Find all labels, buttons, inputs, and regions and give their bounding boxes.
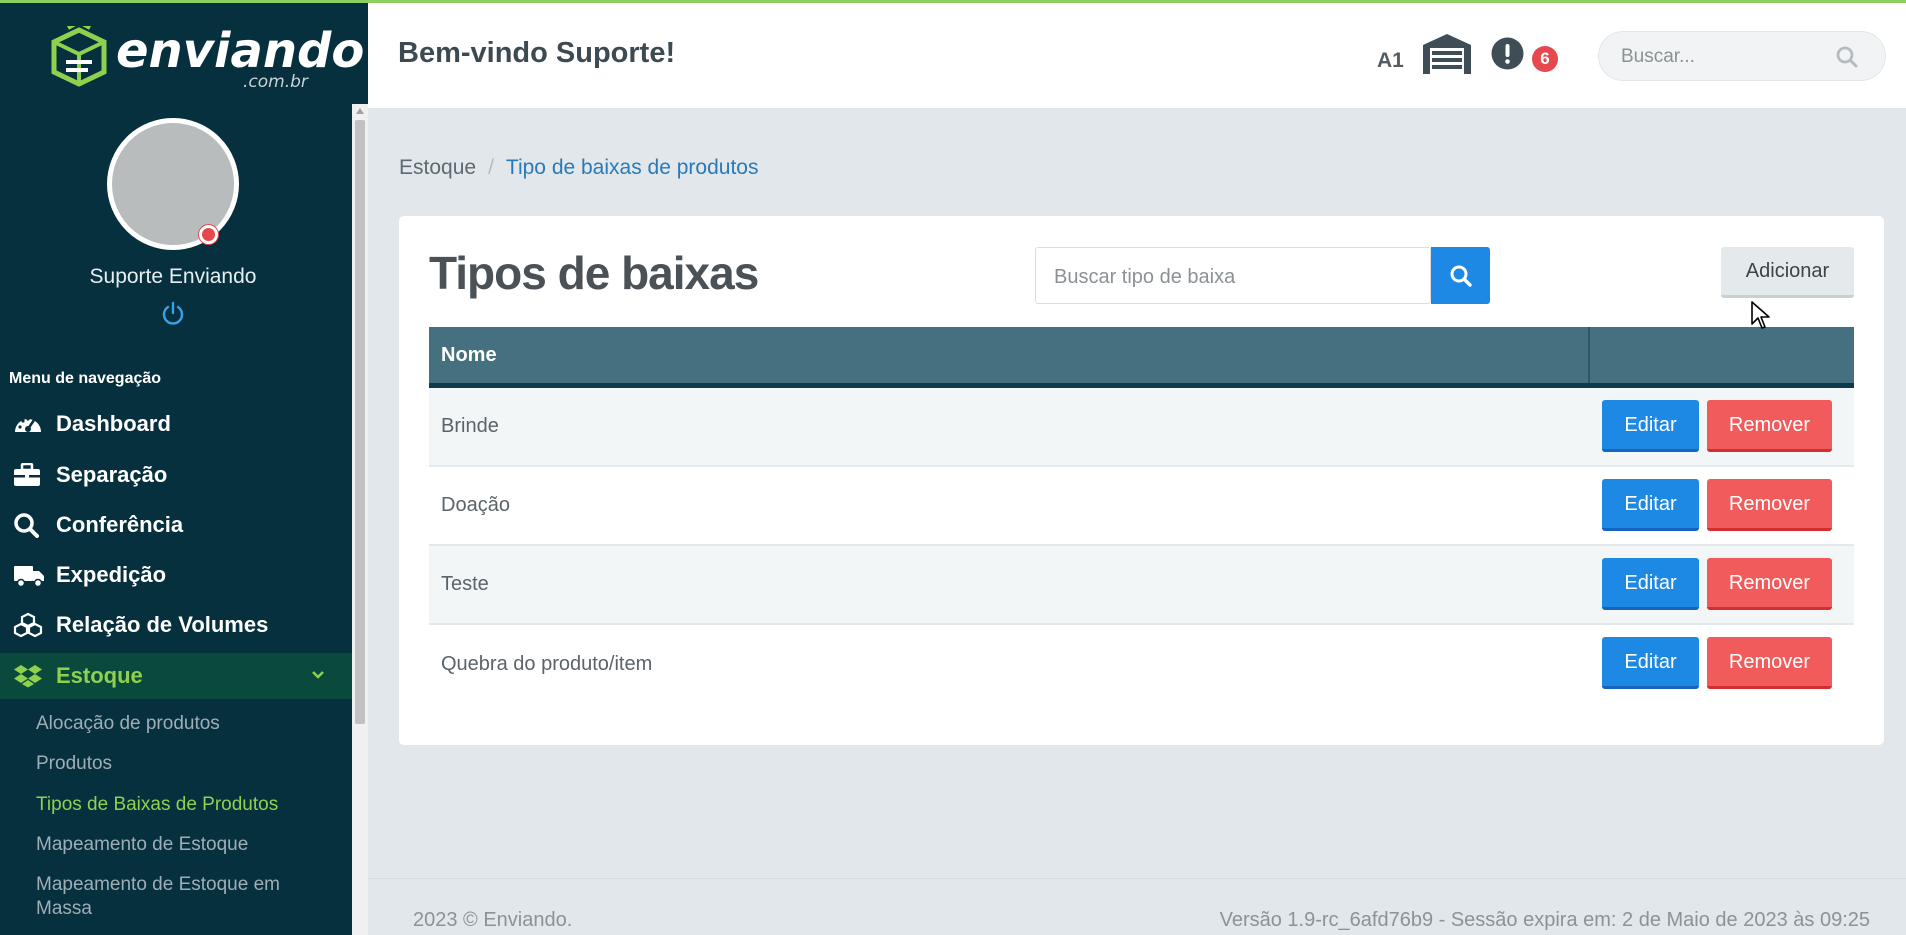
scroll-up-arrow-icon[interactable]	[356, 108, 364, 114]
search-box	[1035, 247, 1431, 304]
alert-icon[interactable]	[1491, 37, 1524, 70]
table-row: Quebra do produto/item Editar Remover	[429, 625, 1854, 704]
table-row: Teste Editar Remover	[429, 546, 1854, 625]
status-indicator	[199, 225, 218, 244]
sidebar-item-label: Separação	[56, 462, 168, 487]
sidebar-item-label: Conferência	[56, 512, 184, 537]
search-icon	[0, 502, 56, 548]
chevron-down-icon	[312, 671, 324, 679]
column-header-nome[interactable]: Nome	[429, 327, 1590, 383]
sidebar-scrollbar[interactable]	[352, 104, 368, 935]
sidebar-item-label: Estoque	[56, 663, 143, 688]
sidebar-item-label: Expedição	[56, 562, 167, 587]
sidebar: enviando .com.br Suporte Enviando Menu d…	[0, 0, 368, 935]
header-search	[1598, 31, 1886, 81]
edit-button[interactable]: Editar	[1602, 637, 1699, 689]
table-row: Brinde Editar Remover	[429, 388, 1854, 467]
data-table: Nome Brinde Editar Remover Doação Editar…	[429, 327, 1854, 704]
avatar[interactable]	[107, 118, 239, 250]
row-name: Teste	[441, 573, 489, 595]
sidebar-item-dashboard[interactable]: Dashboard	[0, 401, 352, 447]
breadcrumb-parent[interactable]: Estoque	[399, 156, 476, 180]
remove-button[interactable]: Remover	[1707, 400, 1832, 452]
sidebar-item-estoque[interactable]: Estoque	[0, 653, 352, 699]
sidebar-item-separacao[interactable]: Separação	[0, 452, 352, 498]
breadcrumb: Estoque / Tipo de baixas de produtos	[399, 156, 758, 180]
edit-button[interactable]: Editar	[1602, 479, 1699, 531]
logo[interactable]: enviando .com.br	[48, 24, 364, 94]
sidebar-subitem-tipos-baixas[interactable]: Tipos de Baixas de Produtos	[36, 793, 326, 817]
logo-text: enviando	[116, 23, 365, 79]
logo-box-icon	[51, 26, 107, 87]
row-name: Doação	[441, 494, 510, 516]
page-title: Tipos de baixas	[429, 247, 759, 299]
table-header: Nome	[429, 327, 1854, 388]
search-icon[interactable]	[1835, 45, 1859, 69]
warehouse-icon[interactable]	[1421, 33, 1473, 75]
sidebar-subitem-produtos[interactable]: Produtos	[36, 752, 326, 776]
top-accent-line	[0, 0, 1906, 3]
add-button[interactable]: Adicionar	[1721, 247, 1854, 298]
user-name: Suporte Enviando	[89, 265, 257, 288]
alert-count-badge: 6	[1532, 46, 1558, 72]
header-search-input[interactable]	[1621, 44, 1821, 70]
scrollbar-thumb[interactable]	[355, 120, 365, 724]
breadcrumb-current[interactable]: Tipo de baixas de produtos	[506, 156, 759, 180]
remove-button[interactable]: Remover	[1707, 558, 1832, 610]
search-input[interactable]	[1054, 264, 1414, 290]
welcome-message: Bem-vindo Suporte!	[398, 37, 676, 69]
edit-button[interactable]: Editar	[1602, 400, 1699, 452]
footer-version: Versão 1.9-rc_6afd76b9 - Sessão expira e…	[1219, 909, 1870, 931]
boxes-icon	[0, 602, 56, 648]
search-icon	[1450, 265, 1472, 287]
row-name: Quebra do produto/item	[441, 653, 653, 675]
truck-icon	[0, 552, 56, 598]
sidebar-item-label: Dashboard	[56, 411, 171, 436]
remove-button[interactable]: Remover	[1707, 637, 1832, 689]
mouse-cursor-icon	[1751, 301, 1770, 329]
sidebar-item-conferencia[interactable]: Conferência	[0, 502, 352, 548]
sidebar-item-relacao-volumes[interactable]: Relação de Volumes	[0, 602, 352, 648]
row-name: Brinde	[441, 415, 499, 437]
power-icon[interactable]	[160, 301, 186, 327]
top-header: Bem-vindo Suporte! A1 6	[368, 0, 1906, 108]
dropbox-icon	[0, 653, 56, 699]
sidebar-subitem-mapeamento[interactable]: Mapeamento de Estoque	[36, 833, 326, 857]
gauge-icon	[0, 401, 56, 447]
sidebar-subitem-alocacao[interactable]: Alocação de produtos	[36, 712, 326, 736]
footer: 2023 © Enviando. Versão 1.9-rc_6afd76b9 …	[368, 878, 1906, 935]
search-button[interactable]	[1431, 247, 1490, 304]
menu-title: Menu de navegação	[9, 370, 162, 387]
sidebar-subitem-mapeamento-massa[interactable]: Mapeamento de Estoque em Massa	[36, 873, 326, 921]
column-header-actions	[1590, 327, 1854, 383]
logo-domain: .com.br	[243, 72, 308, 92]
briefcase-icon	[0, 452, 56, 498]
table-row: Doação Editar Remover	[429, 467, 1854, 546]
footer-copyright: 2023 © Enviando.	[413, 909, 573, 931]
remove-button[interactable]: Remover	[1707, 479, 1832, 531]
sidebar-item-label: Relação de Volumes	[56, 612, 269, 637]
warehouse-code[interactable]: A1	[1377, 49, 1404, 73]
content-card: Tipos de baixas Adicionar Nome Brinde Ed…	[399, 216, 1884, 745]
sidebar-item-expedicao[interactable]: Expedição	[0, 552, 352, 598]
edit-button[interactable]: Editar	[1602, 558, 1699, 610]
breadcrumb-separator: /	[488, 156, 494, 179]
